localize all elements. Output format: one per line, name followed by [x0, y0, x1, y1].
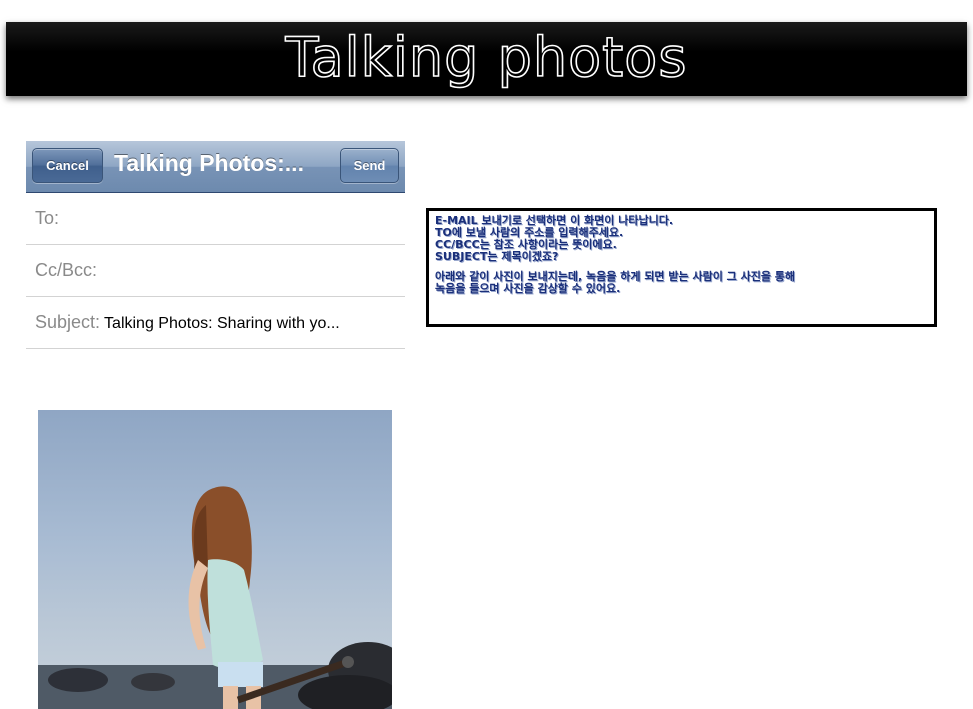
mail-navbar: Cancel Talking Photos:... Send — [26, 141, 405, 193]
to-field[interactable]: To: — [26, 193, 405, 245]
title-banner: Talking photos — [6, 22, 967, 96]
cancel-button[interactable]: Cancel — [32, 148, 103, 183]
photo-illustration — [38, 486, 392, 709]
send-button[interactable]: Send — [340, 148, 399, 183]
subject-value[interactable]: Talking Photos: Sharing with yo... — [104, 315, 340, 332]
desc-line: SUBJECT는 제목이겠죠? — [435, 250, 559, 263]
to-label: To: — [35, 208, 60, 228]
subject-field[interactable]: Subject: Talking Photos: Sharing with yo.… — [26, 297, 405, 349]
cc-bcc-field[interactable]: Cc/Bcc: — [26, 245, 405, 297]
description-box: E-MAIL 보내기로 선택하면 이 화면이 나타납니다. TO에 보낼 사람의… — [426, 208, 937, 327]
mail-title: Talking Photos:... — [114, 150, 304, 176]
attached-photo — [38, 410, 392, 709]
desc-line: 녹음을 들으며 사진을 감상할 수 있어요. — [435, 282, 621, 295]
cc-bcc-label: Cc/Bcc: — [35, 260, 98, 280]
subject-label: Subject: — [35, 312, 101, 332]
mail-compose-panel: Cancel Talking Photos:... Send To: Cc/Bc… — [26, 141, 405, 349]
page-title: Talking photos — [285, 25, 688, 90]
